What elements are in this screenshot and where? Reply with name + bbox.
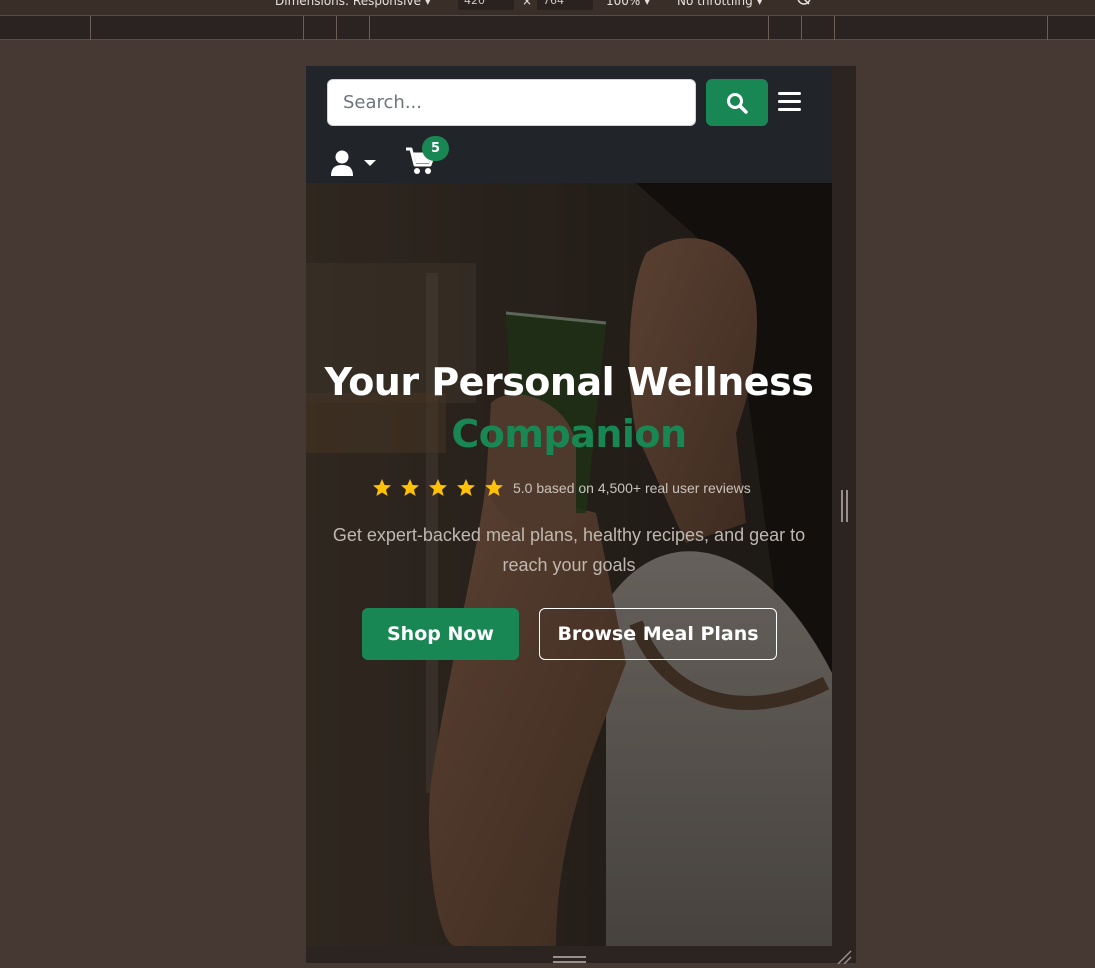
resize-handle-bottom[interactable] (553, 956, 586, 963)
star-icon (457, 479, 475, 496)
rating-row: 5.0 based on 4,500+ real user reviews (372, 477, 772, 499)
resize-handle-corner[interactable] (836, 949, 852, 965)
user-account-dropdown[interactable] (331, 150, 377, 178)
menu-bar (778, 92, 801, 95)
resize-corner-icon (837, 950, 852, 965)
user-icon (331, 150, 376, 176)
handle-line (846, 490, 848, 522)
resize-handle-right[interactable] (841, 490, 849, 522)
ruler-tick (90, 16, 91, 40)
hero-title-line: Your Personal Wellness (324, 360, 814, 404)
hamburger-menu-button[interactable] (777, 90, 803, 114)
handle-line (841, 490, 843, 522)
star-rating (372, 478, 504, 498)
ruler-tick (834, 16, 835, 40)
height-input[interactable]: 764 (537, 0, 593, 10)
ruler-tick (801, 16, 802, 40)
shop-now-button[interactable]: Shop Now (362, 608, 519, 660)
star-icon (429, 479, 447, 496)
page-viewport: 5 (306, 66, 832, 946)
dimensions-dropdown[interactable]: Dimensions: Responsive ▾ (275, 0, 431, 8)
rating-text: 5.0 based on 4,500+ real user reviews (513, 480, 751, 496)
ruler-tick (369, 16, 370, 40)
ruler-tick (768, 16, 769, 40)
search-button[interactable] (706, 79, 768, 126)
hero-subtitle: Get expert-backed meal plans, healthy re… (332, 525, 806, 575)
times-sign: × (522, 0, 533, 8)
media-query-ruler (0, 15, 1095, 40)
menu-bar (778, 100, 801, 103)
devtools-device-toolbar: Dimensions: Responsive ▾ 420 × 764 100% … (0, 0, 1095, 15)
star-icon (485, 479, 503, 496)
hero-section: Your Personal Wellness Companion 5.0 bas… (306, 183, 832, 946)
navbar: 5 (306, 66, 832, 183)
rotate-icon[interactable] (796, 0, 812, 11)
star-icon (373, 479, 391, 496)
star-icon (401, 479, 419, 496)
search-input[interactable] (327, 79, 696, 126)
menu-bar (778, 108, 801, 111)
hero-title-accent: Companion (451, 412, 687, 456)
width-input[interactable]: 420 (458, 0, 514, 10)
ruler-tick (336, 16, 337, 40)
cart-count-badge: 5 (422, 136, 449, 161)
device-frame: 5 (306, 66, 856, 965)
search-icon (727, 92, 748, 114)
ruler-tick (303, 16, 304, 40)
hero-title: Your Personal Wellness Companion (306, 356, 832, 460)
handle-line (553, 956, 586, 958)
ruler-tick (1047, 16, 1048, 40)
browse-meal-plans-button[interactable]: Browse Meal Plans (539, 608, 777, 660)
throttling-dropdown[interactable]: No throttling ▾ (677, 0, 763, 8)
zoom-dropdown[interactable]: 100% ▾ (606, 0, 650, 8)
